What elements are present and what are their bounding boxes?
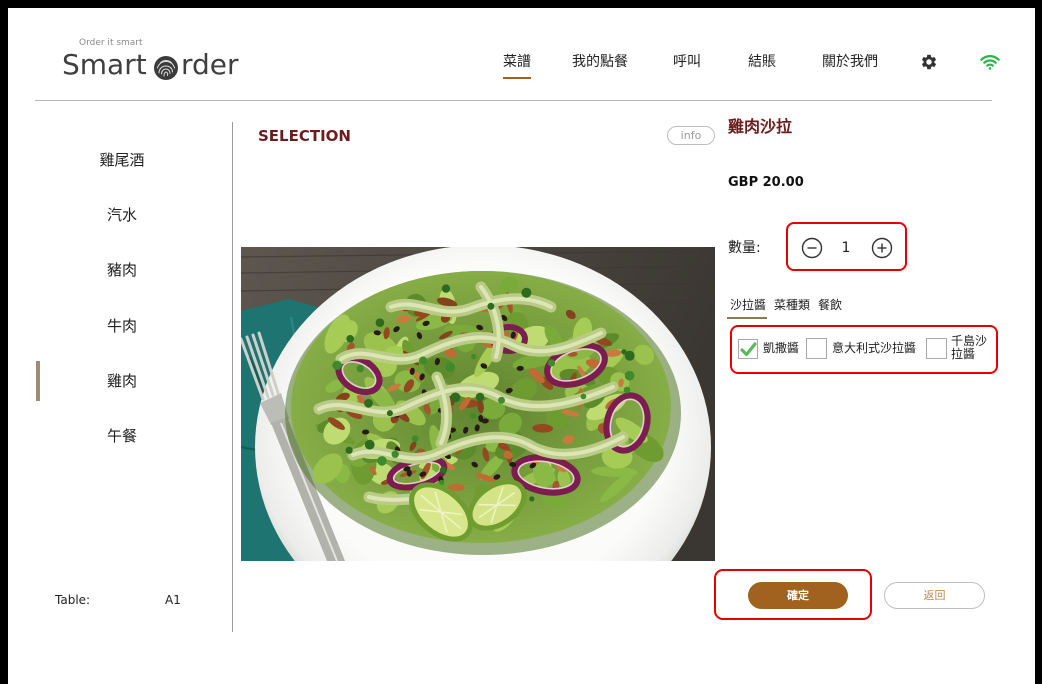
device-frame-top — [0, 0, 1042, 8]
cilantro-leaf — [375, 318, 385, 327]
checkbox-option-1[interactable] — [738, 339, 758, 359]
device-frame-right — [1035, 0, 1042, 684]
nav-my-order[interactable]: 我的點餐 — [572, 54, 628, 70]
checkbox-option-3[interactable] — [926, 338, 947, 359]
category-lunch[interactable]: 午餐 — [36, 427, 208, 445]
cilantro-leaf — [364, 439, 375, 450]
cilantro-leaf — [445, 362, 455, 372]
tab-drinks[interactable]: 餐飲 — [818, 298, 842, 312]
back-button[interactable]: 返回 — [884, 582, 985, 609]
cilantro-leaf — [386, 410, 393, 417]
dish-photo — [241, 247, 715, 561]
nav-about-us[interactable]: 關於我們 — [822, 54, 878, 70]
cilantro-leaf — [470, 412, 477, 419]
confirm-button[interactable]: 確定 — [748, 582, 848, 609]
table-label: Table: — [55, 593, 91, 607]
table-number: A1 — [165, 593, 181, 607]
dish-name: 雞肉沙拉 — [728, 117, 793, 136]
dish-price: GBP 20.00 — [728, 175, 804, 190]
logo-word-rder: rder — [181, 48, 239, 81]
category-beef[interactable]: 牛肉 — [36, 317, 208, 335]
info-button[interactable]: info — [667, 126, 715, 145]
cilantro-leaf — [332, 360, 342, 370]
cilantro-leaf — [411, 435, 419, 443]
tab-dressing[interactable]: 沙拉醬 — [726, 298, 768, 319]
cilantro-leaf — [346, 335, 354, 343]
gear-icon[interactable] — [920, 53, 938, 71]
option-label-3: 千島沙拉醬 — [951, 334, 988, 361]
category-chicken[interactable]: 雞肉 — [36, 361, 208, 401]
cilantro-leaf — [439, 466, 447, 474]
cilantro-leaf — [529, 496, 535, 502]
checkmark-icon — [740, 342, 757, 357]
category-pork[interactable]: 豬肉 — [36, 261, 208, 279]
device-frame-left — [0, 0, 8, 684]
cilantro-leaf — [471, 353, 477, 360]
cilantro-leaf — [521, 287, 532, 298]
fingerprint-icon — [153, 55, 179, 81]
cilantro-leaf — [391, 450, 399, 458]
checkbox-option-2[interactable] — [806, 338, 827, 359]
cilantro-leaf — [621, 349, 627, 355]
cilantro-leaf — [356, 364, 365, 373]
category-cocktails[interactable]: 雞尾酒 — [36, 151, 208, 169]
option-label-1: 凱撒醬 — [763, 341, 800, 355]
header-divider — [35, 100, 992, 101]
nav-call[interactable]: 呼叫 — [673, 54, 701, 70]
cilantro-leaf — [475, 392, 485, 402]
sidebar-divider — [232, 122, 233, 632]
cilantro-leaf — [547, 359, 556, 367]
cilantro-leaf — [345, 446, 353, 454]
cilantro-leaf — [450, 392, 461, 403]
section-title: SELECTION — [258, 127, 351, 145]
cilantro-leaf — [364, 398, 373, 408]
cilantro-leaf — [487, 302, 495, 310]
nav-checkout[interactable]: 結賬 — [748, 54, 776, 70]
nav-menu[interactable]: 菜譜 — [503, 54, 531, 79]
quantity-label: 數量: — [728, 240, 761, 256]
cilantro-leaf — [624, 370, 635, 381]
cilantro-leaf — [580, 393, 587, 400]
logo-word-smart: Smart — [62, 48, 147, 81]
option-label-2: 意大利式沙拉醬 — [832, 341, 917, 355]
tab-vegetables[interactable]: 菜種類 — [774, 298, 810, 312]
cilantro-leaf — [377, 456, 387, 466]
highlight-box-quantity — [786, 222, 907, 271]
cilantro-leaf — [498, 396, 505, 404]
cilantro-leaf — [441, 284, 451, 293]
cilantro-leaf — [419, 356, 428, 365]
cilantro-leaf — [439, 479, 445, 485]
wifi-icon — [979, 51, 1001, 73]
salad-photo — [241, 247, 715, 561]
category-soda[interactable]: 汽水 — [36, 206, 208, 224]
cilantro-leaf — [623, 386, 631, 394]
